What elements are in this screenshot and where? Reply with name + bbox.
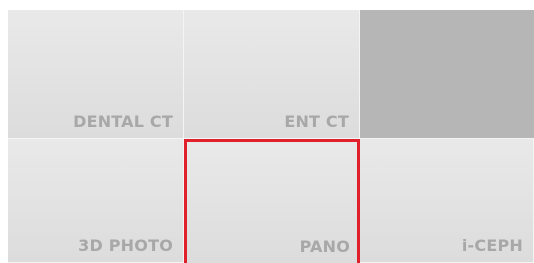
ent-ct-label: ENT CT: [284, 112, 349, 131]
3d-photo-label: 3D PHOTO: [78, 236, 173, 255]
ent-ct-tile[interactable]: ENT CT: [184, 10, 360, 139]
mode-grid: DENTAL CT ENT CT 3D PHOTO PANO i-CEPH: [8, 10, 534, 263]
i-ceph-tile[interactable]: i-CEPH: [360, 139, 534, 263]
empty-tile: [360, 10, 534, 139]
pano-tile[interactable]: PANO: [184, 139, 360, 263]
3d-photo-tile[interactable]: 3D PHOTO: [8, 139, 184, 263]
i-ceph-label: i-CEPH: [461, 236, 523, 255]
dental-ct-label: DENTAL CT: [73, 112, 173, 131]
pano-label: PANO: [299, 237, 350, 256]
mode-selector: DENTAL CT ENT CT 3D PHOTO PANO i-CEPH: [0, 0, 534, 263]
dental-ct-tile[interactable]: DENTAL CT: [8, 10, 184, 139]
